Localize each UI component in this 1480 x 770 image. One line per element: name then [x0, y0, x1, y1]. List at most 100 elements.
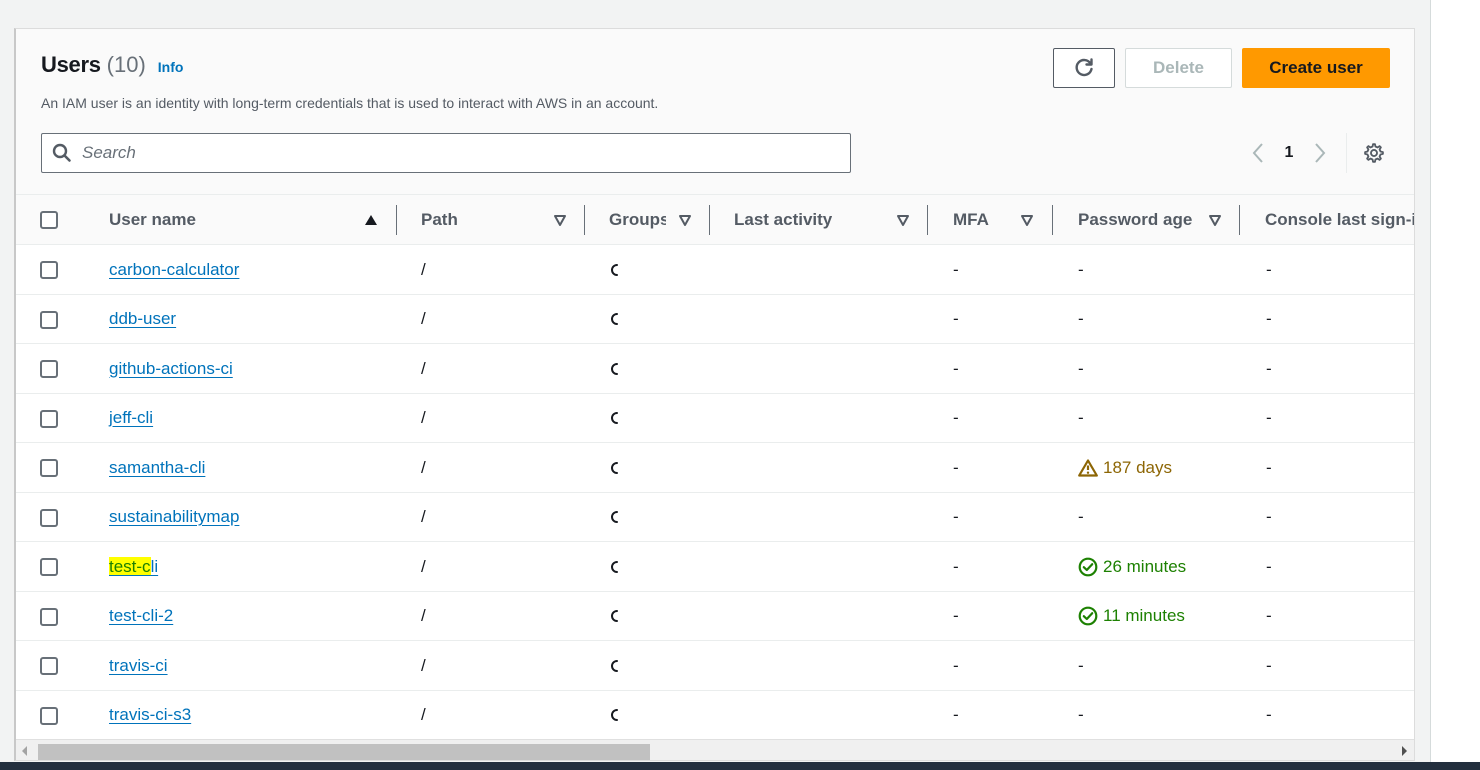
cell-path: /	[421, 259, 426, 279]
cell-path: /	[421, 507, 426, 526]
column-resizer[interactable]	[584, 205, 585, 235]
cell-groups	[610, 295, 620, 344]
column-header-mfa[interactable]: MFA	[953, 195, 1013, 245]
table-row[interactable]: carbon-calculator / - - -	[16, 245, 1414, 295]
cell-console-last-sign-in: -	[1266, 309, 1272, 328]
user-name-link[interactable]: test-cli	[109, 556, 158, 577]
cell-password-age: 187 days	[1078, 443, 1172, 492]
password-age-ok: 11 minutes	[1078, 606, 1185, 626]
search-highlight: test-c	[109, 556, 151, 576]
row-checkbox[interactable]	[40, 558, 58, 576]
column-header-last-activity[interactable]: Last activity	[734, 195, 894, 245]
cell-user-name: github-actions-ci	[109, 344, 233, 393]
cell-user-name: carbon-calculator	[109, 245, 239, 294]
column-resizer[interactable]	[396, 205, 397, 235]
user-name-link[interactable]: sustainabilitymap	[109, 507, 239, 527]
row-checkbox[interactable]	[40, 657, 58, 675]
cell-password-age: -	[1078, 641, 1084, 690]
password-age: -	[1078, 259, 1084, 279]
row-checkbox[interactable]	[40, 607, 58, 626]
cell-mfa: -	[953, 408, 959, 427]
select-all-checkbox[interactable]	[40, 211, 58, 229]
user-name-link[interactable]: travis-ci-s3	[109, 705, 191, 725]
cell-console-last-sign-in: -	[1266, 457, 1272, 477]
password-age: -	[1078, 408, 1084, 427]
column-header-path[interactable]: Path	[421, 195, 551, 245]
user-name-link[interactable]: carbon-calculator	[109, 260, 239, 280]
cell-user-name: travis-ci-s3	[109, 691, 191, 740]
sort-icon[interactable]	[678, 213, 692, 227]
password-age-ok: 26 minutes	[1078, 557, 1186, 577]
search-icon	[42, 134, 82, 172]
current-page[interactable]: 1	[1272, 144, 1306, 162]
table-row[interactable]: travis-ci / - - -	[16, 641, 1414, 691]
cell-console-last-sign-in: -	[1266, 507, 1272, 526]
create-user-button[interactable]: Create user	[1242, 48, 1390, 88]
preferences-button[interactable]	[1359, 138, 1389, 168]
users-table: User name Path Groups Last activity MFA …	[16, 194, 1414, 740]
loading-spinner-icon	[611, 412, 618, 424]
column-header-user-name[interactable]: User name	[109, 195, 379, 245]
row-checkbox[interactable]	[40, 310, 58, 329]
sort-icon[interactable]	[1020, 213, 1034, 227]
table-row[interactable]: github-actions-ci / - - -	[16, 344, 1414, 394]
column-resizer[interactable]	[1239, 205, 1240, 235]
next-page-button[interactable]	[1306, 138, 1334, 168]
loading-spinner-icon	[611, 560, 618, 573]
column-resizer[interactable]	[1052, 205, 1053, 235]
scroll-right-arrow-icon[interactable]	[1402, 746, 1407, 756]
column-header-groups[interactable]: Groups	[609, 195, 666, 245]
sort-icon[interactable]	[553, 213, 567, 227]
password-age: -	[1078, 655, 1084, 675]
cell-path: /	[421, 705, 426, 724]
user-name-link[interactable]: jeff-cli	[109, 408, 153, 428]
user-name-link[interactable]: ddb-user	[109, 309, 176, 329]
sort-icon[interactable]	[896, 213, 910, 227]
chevron-right-icon	[1315, 143, 1326, 163]
row-checkbox[interactable]	[40, 261, 58, 279]
cell-password-age: 26 minutes	[1078, 542, 1186, 591]
column-resizer[interactable]	[927, 205, 928, 235]
row-checkbox[interactable]	[40, 409, 58, 428]
refresh-button[interactable]	[1053, 48, 1115, 88]
delete-button[interactable]: Delete	[1125, 48, 1232, 88]
cell-groups	[610, 641, 620, 690]
table-row[interactable]: travis-ci-s3 / - - -	[16, 690, 1414, 740]
cell-mfa: -	[953, 705, 959, 724]
row-checkbox[interactable]	[40, 360, 58, 378]
page-description: An IAM user is an identity with long-ter…	[41, 95, 659, 111]
previous-page-button[interactable]	[1244, 138, 1272, 168]
table-row[interactable]: test-cli-2 / - 11 minutes -	[16, 591, 1414, 641]
table-row[interactable]: ddb-user / - - -	[16, 294, 1414, 344]
table-row[interactable]: samantha-cli / - 187 days -	[16, 443, 1414, 493]
row-checkbox[interactable]	[40, 459, 58, 477]
search-input[interactable]	[82, 143, 822, 163]
user-name-link[interactable]: samantha-cli	[109, 458, 205, 478]
cell-path: /	[421, 655, 426, 675]
column-header-console-last-sign-in[interactable]: Console last sign-in	[1265, 195, 1414, 245]
success-check-icon	[1078, 557, 1098, 576]
sort-icon[interactable]	[1208, 213, 1222, 227]
table-row[interactable]: sustainabilitymap / - - -	[16, 492, 1414, 542]
column-resizer[interactable]	[709, 205, 710, 235]
right-gutter	[1430, 0, 1480, 770]
horizontal-scrollbar[interactable]	[16, 739, 1414, 760]
table-row[interactable]: test-cli / - 26 minutes -	[16, 542, 1414, 592]
table-row[interactable]: jeff-cli / - - -	[16, 393, 1414, 443]
search-field[interactable]	[41, 133, 851, 173]
column-header-password-age[interactable]: Password age	[1078, 195, 1198, 245]
gear-icon	[1364, 143, 1384, 163]
row-checkbox[interactable]	[40, 508, 58, 527]
scroll-left-arrow-icon[interactable]	[22, 746, 27, 756]
cell-mfa: -	[953, 655, 959, 675]
cell-groups	[610, 443, 620, 492]
scrollbar-thumb[interactable]	[38, 744, 650, 760]
user-name-link[interactable]: test-cli-2	[109, 606, 173, 626]
user-name-link[interactable]: travis-ci	[109, 656, 168, 676]
row-checkbox[interactable]	[40, 706, 58, 725]
info-link[interactable]: Info	[158, 59, 184, 75]
page-title: Users	[41, 52, 101, 77]
user-name-link[interactable]: github-actions-ci	[109, 359, 233, 379]
cell-mfa: -	[953, 457, 959, 477]
sort-ascending-icon[interactable]	[364, 213, 378, 227]
